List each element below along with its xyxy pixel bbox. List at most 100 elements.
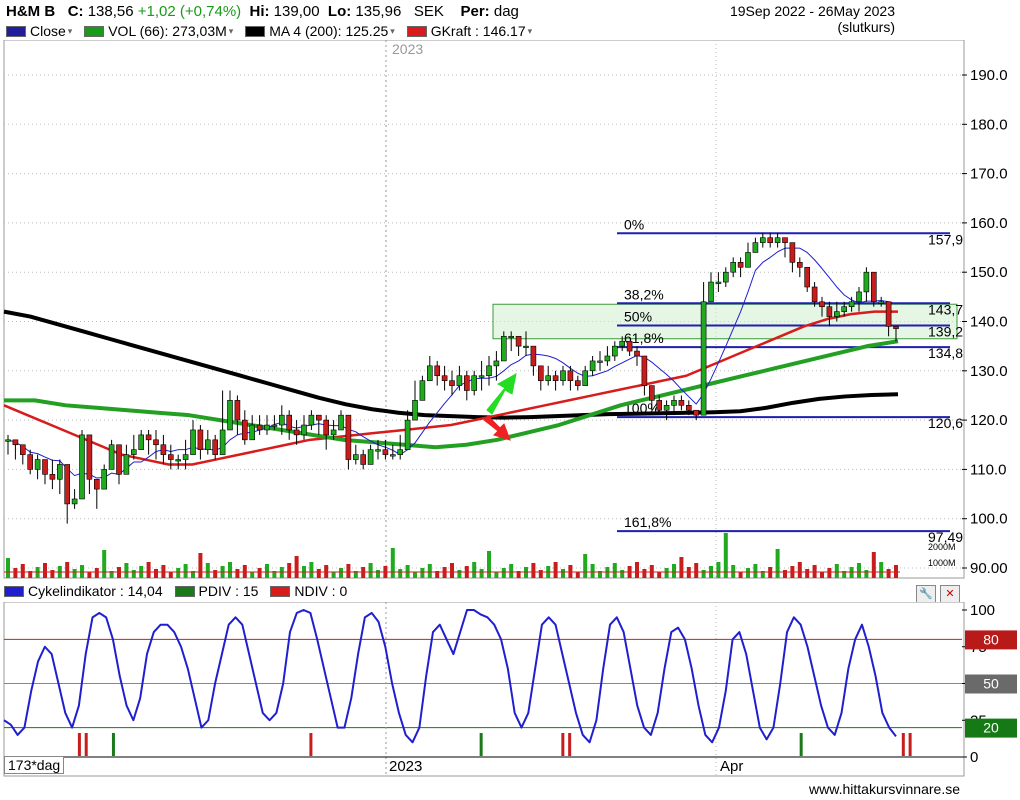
candle-body <box>338 414 344 431</box>
candle-body <box>71 498 78 505</box>
candle-body <box>123 454 130 475</box>
candle-body <box>301 424 307 436</box>
volume-bar <box>575 572 580 578</box>
hi-value: 139,00 <box>273 3 320 20</box>
level-label: 80 <box>983 631 999 647</box>
candle-body <box>131 449 137 455</box>
volume-bar <box>827 568 832 578</box>
indicator-chart[interactable]: 2023Apr 1007550250805020 <box>0 602 1020 778</box>
candle-body <box>774 237 781 243</box>
candle-body <box>153 439 159 446</box>
chevron-down-icon: ▾ <box>390 25 395 36</box>
legend-vol[interactable]: VOL (66): 273,03M ▾ <box>84 23 233 39</box>
ndiv-signal <box>561 733 565 756</box>
fib-value: 157,9 <box>928 231 963 247</box>
price-chart[interactable]: 2023 0%157,938,2%143,750%139,261,8%134,8… <box>0 40 1020 580</box>
volume-bar <box>309 562 314 578</box>
candle-body <box>278 414 285 426</box>
candle-body <box>537 365 544 381</box>
volume-bar <box>420 568 425 578</box>
volume-bar <box>775 549 780 578</box>
candle-body <box>619 340 626 347</box>
candle-body <box>804 266 811 288</box>
volume-bar <box>331 572 336 578</box>
candle-body <box>19 444 26 455</box>
candle-body <box>493 360 500 367</box>
candle-body <box>782 237 788 243</box>
candle-body <box>330 429 337 436</box>
volume-bar <box>494 572 499 578</box>
ndiv-signal <box>908 733 912 756</box>
top-year-label: 2023 <box>392 41 423 57</box>
volume-bar <box>43 563 47 578</box>
legend-gkraft[interactable]: GKraft : 146.17 ▾ <box>406 23 533 39</box>
legend-swatch-close <box>6 25 26 37</box>
volume-bar <box>738 572 743 578</box>
candle-body <box>745 252 751 268</box>
fib-value: 143,7 <box>928 301 963 317</box>
volume-bar <box>228 562 232 578</box>
volume-bar <box>413 572 417 578</box>
candle-body <box>597 360 603 363</box>
legend-label-ma: MA 4 (200): 125.25 <box>269 23 389 39</box>
volume-bar <box>642 569 647 578</box>
candle-body <box>323 419 330 436</box>
candle-body <box>42 459 48 475</box>
candle-body <box>508 335 515 339</box>
candle-body <box>545 375 552 381</box>
candle-body <box>49 474 56 480</box>
footer-site: www.hittakursvinnare.se <box>809 781 960 797</box>
volume-bar <box>235 569 240 578</box>
volume-bar <box>864 570 869 578</box>
candle-body <box>700 301 707 416</box>
fib-value: 139,2 <box>928 323 963 339</box>
candle-body <box>182 454 189 460</box>
chevron-down-icon: ▾ <box>527 25 533 36</box>
volume-bar <box>753 564 758 578</box>
candle-body <box>634 350 640 357</box>
volume-bar <box>65 562 70 578</box>
candle-body <box>264 424 270 431</box>
candle-body <box>271 424 278 427</box>
indicator-y-axis: 1007550250805020 <box>962 602 1017 766</box>
y-tick-label: 170.0 <box>970 166 1008 183</box>
close-icon[interactable]: ✕ <box>940 585 960 603</box>
volume-bar <box>487 551 491 578</box>
candle-body <box>560 370 566 381</box>
period-selector[interactable]: 173*dag <box>4 756 65 774</box>
volume-bar <box>553 562 558 578</box>
legend-cykel[interactable]: Cykelindikator : 14,04 <box>4 583 163 599</box>
legend-ndiv[interactable]: NDIV : 0 <box>270 583 347 599</box>
volume-scale-label: 2000M <box>928 542 956 552</box>
legend-label-gkraft: GKraft : 146.17 <box>430 23 526 39</box>
volume-bar <box>879 562 884 578</box>
candle-body <box>256 424 263 431</box>
candle-body <box>848 301 855 308</box>
symbol: H&M B <box>6 3 56 20</box>
quote-summary: H&M B C: 138,56 +1,02 (+0,74%) Hi: 139,0… <box>6 3 519 20</box>
candle-body <box>878 301 885 304</box>
price-y-axis: 190.0 180.0 170.0 160.0 150.0 140.0 130.0 120.0… <box>962 67 1008 577</box>
lo-value: 135,96 <box>355 3 402 20</box>
lo-label: Lo: <box>327 3 352 20</box>
chevron-down-icon: ▾ <box>67 25 73 36</box>
volume-bar <box>805 569 810 578</box>
candle-body <box>893 326 899 329</box>
legend-ma[interactable]: MA 4 (200): 125.25 ▾ <box>245 23 395 39</box>
volume-scale-label: 1000M <box>928 558 956 568</box>
fib-value: 134,8 <box>928 345 963 361</box>
volume-bar <box>450 563 454 578</box>
candle-body <box>79 434 85 500</box>
legend-pdiv[interactable]: PDIV : 15 <box>174 583 258 599</box>
volume-bar <box>457 570 462 578</box>
candle-body <box>205 439 211 450</box>
volume-bar <box>694 563 699 578</box>
ndiv-signal <box>84 733 88 756</box>
candle-body <box>434 365 441 377</box>
currency: SEK <box>413 3 444 20</box>
legend-close[interactable]: Close ▾ <box>6 23 72 39</box>
wrench-icon[interactable]: 🔧 <box>916 585 936 603</box>
volume-bar <box>124 563 129 578</box>
candle-body <box>685 405 692 411</box>
legend-swatch-ma <box>245 25 266 37</box>
